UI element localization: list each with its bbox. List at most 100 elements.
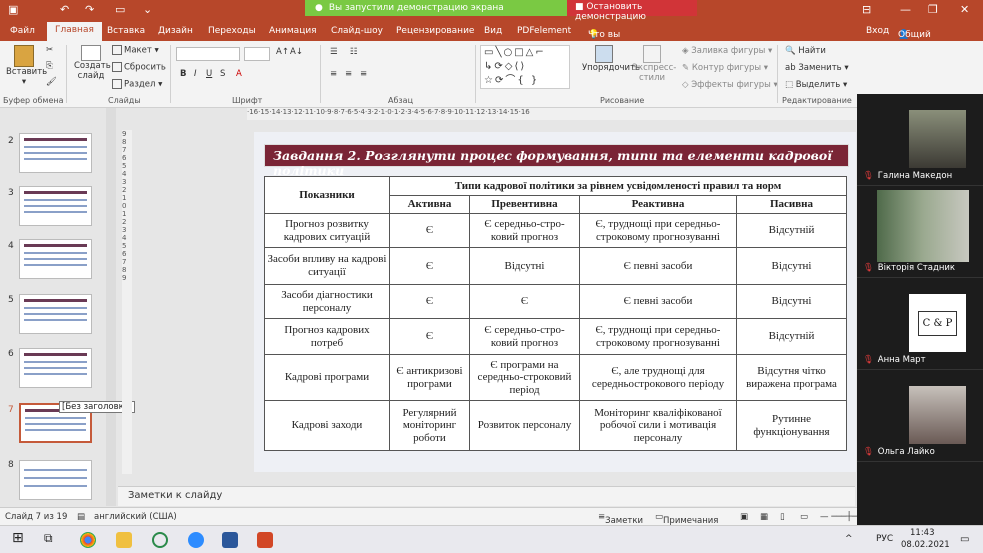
new-slide-button[interactable]: Создать слайд bbox=[74, 45, 111, 81]
task-view-icon[interactable]: ⧉ bbox=[44, 531, 60, 547]
windows-taskbar: ⊞ ⧉ ^ РУС 11:43 08.02.2021 ▭ bbox=[0, 525, 983, 553]
reading-view-icon[interactable]: ▯ bbox=[780, 512, 785, 522]
tab-slideshow[interactable]: Слайд-шоу bbox=[331, 26, 383, 36]
signin-link[interactable]: Вход bbox=[866, 26, 889, 36]
participant-video bbox=[909, 386, 966, 444]
restore-icon[interactable]: ❐ bbox=[928, 3, 938, 16]
align-left-icon[interactable]: ≡ bbox=[330, 69, 337, 79]
minimize-icon[interactable]: — bbox=[900, 3, 911, 16]
slide-thumbnail-8[interactable] bbox=[19, 460, 92, 500]
italic-icon[interactable]: I bbox=[194, 69, 197, 79]
keyboard-language[interactable]: РУС bbox=[876, 534, 893, 544]
new-slide-icon bbox=[81, 45, 101, 61]
zoom-icon[interactable] bbox=[188, 532, 204, 548]
table-cell: Засоби впливу на кадрові ситуації bbox=[264, 247, 390, 285]
table-cell: Є, труднощі при середньо-строковому прог… bbox=[579, 213, 737, 248]
font-color-icon[interactable]: A bbox=[236, 69, 242, 79]
participant-tile[interactable]: 🎙 Ольга Лайко bbox=[857, 370, 983, 462]
layout-button[interactable]: Макет ▾ bbox=[112, 45, 159, 56]
windows-start-icon[interactable]: ⊞ bbox=[12, 530, 28, 546]
shape-outline-button[interactable]: ✎ Контур фигуры ▾ bbox=[682, 63, 768, 73]
select-button[interactable]: ⬚ Выделить ▾ bbox=[785, 80, 847, 90]
ribbon-display-icon[interactable]: ⊟ bbox=[862, 3, 871, 16]
slide-notes-pane[interactable]: Заметки к слайду bbox=[118, 486, 855, 506]
table-cell: Засоби діагностики персоналу bbox=[264, 284, 390, 319]
notes-toggle[interactable]: ≡ Заметки bbox=[598, 512, 643, 526]
table-cell: Кадрові програми bbox=[264, 354, 390, 401]
slideshow-view-icon[interactable]: ▭ bbox=[800, 512, 808, 522]
word-icon[interactable] bbox=[222, 532, 238, 548]
thumbnails-scrollbar[interactable] bbox=[106, 108, 116, 506]
undo-icon[interactable]: ↶ bbox=[60, 3, 69, 16]
thumb-number: 4 bbox=[8, 241, 14, 251]
copy-icon[interactable]: ⎘ bbox=[46, 61, 53, 71]
find-button[interactable]: 🔍 Найти bbox=[785, 46, 826, 56]
shape-effects-button[interactable]: ◇ Эффекты фигуры ▾ bbox=[682, 80, 778, 90]
normal-view-icon[interactable]: ▣ bbox=[740, 512, 748, 522]
tab-transitions[interactable]: Переходы bbox=[208, 26, 256, 36]
clock-date[interactable]: 08.02.2021 bbox=[901, 540, 950, 550]
table-cell: Відсутні bbox=[736, 284, 847, 319]
font-size-select[interactable] bbox=[244, 47, 270, 61]
comments-toggle[interactable]: ▭ Примечания bbox=[655, 512, 718, 526]
redo-icon[interactable]: ↷ bbox=[85, 3, 94, 16]
underline-icon[interactable]: U bbox=[206, 69, 212, 79]
tab-design[interactable]: Дизайн bbox=[158, 26, 193, 36]
slide-thumbnail-3[interactable] bbox=[19, 186, 92, 226]
customize-qat-icon[interactable]: ⌄ bbox=[143, 3, 152, 16]
slide-thumbnail-5[interactable] bbox=[19, 294, 92, 334]
paste-button[interactable]: Вставить ▾ bbox=[6, 45, 47, 87]
tab-view[interactable]: Вид bbox=[484, 26, 502, 36]
slide-thumbnail-2[interactable] bbox=[19, 133, 92, 173]
font-name-select[interactable] bbox=[176, 47, 240, 61]
start-slideshow-icon[interactable]: ▭ bbox=[115, 3, 125, 16]
slide-thumbnail-4[interactable] bbox=[19, 239, 92, 279]
format-painter-icon[interactable]: 🖌 bbox=[46, 77, 57, 87]
align-right-icon[interactable]: ≡ bbox=[360, 69, 367, 79]
powerpoint-icon[interactable] bbox=[257, 532, 273, 548]
bold-icon[interactable]: B bbox=[180, 69, 186, 79]
tab-pdfelement[interactable]: PDFelement bbox=[517, 26, 571, 36]
file-explorer-icon[interactable] bbox=[116, 532, 132, 548]
stop-share-button[interactable]: ■ Остановить демонстрацию bbox=[567, 0, 697, 22]
whatsapp-icon[interactable] bbox=[152, 532, 168, 548]
tab-file[interactable]: Файл bbox=[10, 26, 35, 36]
policy-table[interactable]: Показники Типи кадрової політики за рівн… bbox=[264, 176, 847, 451]
tab-review[interactable]: Рецензирование bbox=[396, 26, 474, 36]
clock-time[interactable]: 11:43 bbox=[910, 528, 935, 538]
effects-icon: ◇ bbox=[682, 80, 689, 90]
close-icon[interactable]: ✕ bbox=[960, 3, 969, 16]
spellcheck-icon[interactable]: ▤ bbox=[77, 512, 85, 522]
language-indicator[interactable]: английский (США) bbox=[94, 512, 177, 522]
tab-insert[interactable]: Вставка bbox=[107, 26, 145, 36]
slide-canvas[interactable]: Завдання 2. Розглянути процес формування… bbox=[254, 132, 856, 472]
tab-home[interactable]: Главная bbox=[47, 22, 102, 41]
tab-animations[interactable]: Анимация bbox=[269, 26, 317, 36]
participant-tile[interactable]: 🎙 Галина Македон bbox=[857, 94, 983, 186]
chrome-icon[interactable] bbox=[80, 532, 96, 548]
arrange-button[interactable]: Упорядочить bbox=[582, 45, 640, 73]
reset-button[interactable]: Сбросить bbox=[112, 62, 166, 73]
shape-fill-button[interactable]: ◈ Заливка фигуры ▾ bbox=[682, 46, 772, 56]
shapes-gallery[interactable]: ▭╲○□△⌐ ↳⟳◇⟨⟩ ☆⟳⌒{ } bbox=[480, 45, 570, 89]
participant-tile[interactable]: 🎙 Вікторія Стадник bbox=[857, 186, 983, 278]
section-button[interactable]: Раздел ▾ bbox=[112, 79, 162, 90]
participant-logo: C & P bbox=[909, 294, 966, 352]
participant-tile[interactable]: C & P 🎙 Анна Март bbox=[857, 278, 983, 370]
save-icon[interactable]: ▣ bbox=[8, 3, 18, 16]
shadow-icon[interactable]: S bbox=[220, 69, 225, 79]
notification-icon[interactable]: ▭ bbox=[960, 534, 969, 545]
numbering-icon[interactable]: ☷ bbox=[350, 47, 358, 57]
table-row: Кадрові заходи Регулярний моніторинг роб… bbox=[264, 400, 847, 451]
replace-button[interactable]: ab Заменить ▾ bbox=[785, 63, 849, 73]
slide-thumbnail-6[interactable] bbox=[19, 348, 92, 388]
increase-font-icon[interactable]: A↑ bbox=[276, 47, 289, 57]
cut-icon[interactable]: ✂ bbox=[46, 45, 53, 55]
quick-styles-button[interactable]: Экспресс-стили bbox=[632, 45, 676, 83]
system-tray-chevron-icon[interactable]: ^ bbox=[845, 534, 853, 544]
participant-video bbox=[909, 110, 966, 168]
align-center-icon[interactable]: ≡ bbox=[345, 69, 352, 79]
sorter-view-icon[interactable]: ▦ bbox=[760, 512, 768, 522]
bullets-icon[interactable]: ☰ bbox=[330, 47, 338, 57]
decrease-font-icon[interactable]: A↓ bbox=[290, 47, 303, 57]
